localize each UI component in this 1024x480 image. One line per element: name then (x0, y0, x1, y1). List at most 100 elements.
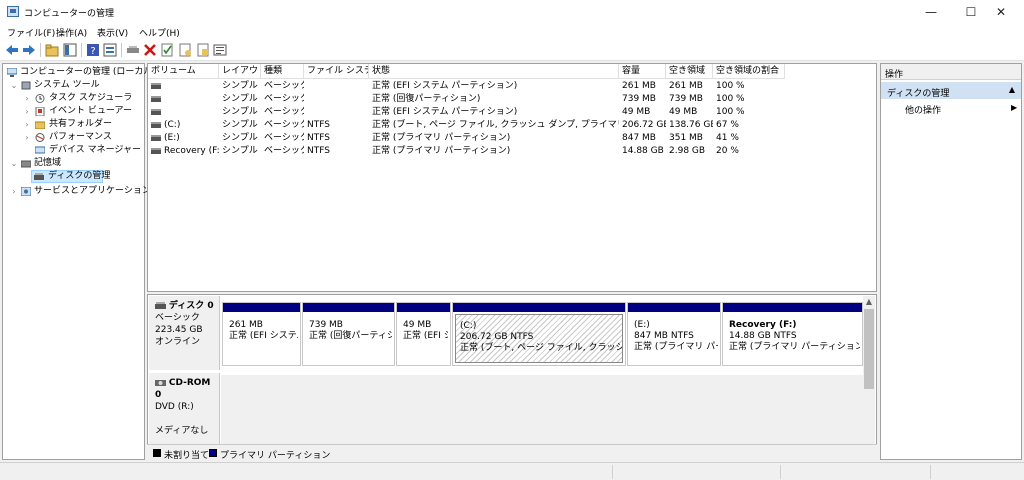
actions-title: 操作 (881, 64, 1021, 80)
volume-icon (151, 134, 161, 141)
forward-icon[interactable] (22, 43, 36, 57)
volume-icon (151, 147, 161, 154)
volume-filesystem (304, 106, 369, 119)
actions-section-disk-management[interactable]: ディスクの管理 ▲ (881, 82, 1021, 99)
disk0-size: 223.45 GB (155, 325, 203, 335)
chevron-right-icon[interactable]: › (23, 92, 31, 105)
partition-status: 正常 (EFI システム (229, 331, 298, 341)
tree-item-task-scheduler[interactable]: › タスク スケジューラ (5, 92, 143, 105)
disk0-label[interactable]: ディスク 0 ベーシック 223.45 GB オンライン (149, 296, 220, 370)
connect-icon[interactable] (126, 43, 140, 57)
tree-item-disk-management[interactable]: ディスクの管理 (31, 170, 110, 183)
chevron-right-icon[interactable]: › (23, 131, 31, 144)
volume-type: ベーシック (264, 120, 304, 130)
cdrom0-label[interactable]: CD-ROM 0 DVD (R:) メディアなし (149, 373, 220, 450)
tree-label: サービスとアプリケーション (34, 186, 151, 196)
volume-icon (151, 82, 161, 89)
partition-efi-1[interactable]: 261 MB 正常 (EFI システム (222, 302, 301, 366)
volume-layout: シンプル (222, 81, 258, 91)
partition-efi-2[interactable]: 49 MB 正常 (EFI シ (396, 302, 451, 366)
volume-layout: シンプル (222, 133, 258, 143)
volume-layout: シンプル (222, 107, 258, 117)
volume-status: 正常 (EFI システム パーティション) (372, 107, 518, 117)
menu-view[interactable]: 表示(V) (97, 26, 128, 39)
menu-help[interactable]: ヘルプ(H) (139, 26, 180, 39)
column-header-volume[interactable]: ボリューム (148, 64, 219, 79)
volume-percent-free: 100 % (716, 81, 745, 91)
back-icon[interactable] (5, 43, 19, 57)
volume-free-space: 351 MB (669, 133, 703, 143)
volume-type: ベーシック (264, 133, 304, 143)
column-header-free-space[interactable]: 空き領域 (666, 64, 713, 79)
chevron-down-icon[interactable]: ⌄ (10, 79, 18, 92)
partition-e[interactable]: (E:) 847 MB NTFS 正常 (プライマリ パーティ (627, 302, 721, 366)
show-tree-icon[interactable] (63, 43, 77, 57)
volume-percent-free: 100 % (716, 107, 745, 117)
chevron-right-icon[interactable]: › (23, 118, 31, 131)
menu-file[interactable]: ファイル(F) (7, 26, 55, 39)
tree-item-event-viewer[interactable]: › イベント ビューアー (5, 105, 143, 118)
table-row[interactable]: シンプルベーシック 正常 (回復パーティション) 739 MB 739 MB 100 % (148, 93, 785, 106)
partition-recovery-f[interactable]: Recovery (F:) 14.88 GB NTFS 正常 (プライマリ パー… (722, 302, 863, 366)
table-row[interactable]: シンプルベーシック 正常 (EFI システム パーティション) 49 MB 49 MB… (148, 106, 785, 119)
tree-item-device-manager[interactable]: デバイス マネージャー (5, 144, 143, 157)
column-header-type[interactable]: 種類 (261, 64, 304, 79)
tools-icon (21, 81, 31, 90)
status-bar (0, 462, 1024, 480)
partition-size: 49 MB (403, 320, 432, 330)
delete-icon[interactable] (143, 43, 157, 57)
actions-pane: 操作 ディスクの管理 ▲ 他の操作 ▶ (880, 63, 1022, 460)
more-actions[interactable]: 他の操作 (905, 103, 941, 116)
help-icon[interactable]: ? (86, 43, 100, 57)
tree-item-storage[interactable]: ⌄ 記憶域 (5, 157, 143, 170)
table-row[interactable]: シンプルベーシック 正常 (EFI システム パーティション) 261 MB 261 … (148, 80, 785, 93)
tree-item-system-tools[interactable]: ⌄ システム ツール (5, 79, 143, 92)
table-row[interactable]: (E:) シンプルベーシックNTFS 正常 (プライマリ パーティション) 847 M… (148, 132, 785, 145)
menu-action[interactable]: 操作(A) (56, 26, 87, 39)
up-folder-icon[interactable] (45, 43, 59, 57)
table-row[interactable]: (C:) シンプルベーシックNTFS 正常 (ブート, ページ ファイル, クラッシ… (148, 119, 785, 132)
column-header-capacity[interactable]: 容量 (619, 64, 666, 79)
table-row[interactable]: Recovery (F:)シンプルベーシックNTFS 正常 (プライマリ パーティ… (148, 145, 785, 158)
list-icon[interactable] (213, 43, 227, 57)
partition-c[interactable]: (C:) 206.72 GB NTFS 正常 (ブート, ページ ファイル, ク… (452, 302, 626, 366)
partition-size: 206.72 GB NTFS (460, 332, 534, 342)
open-icon[interactable] (196, 43, 210, 57)
collapse-up-icon[interactable]: ▲ (1009, 85, 1015, 94)
chevron-down-icon[interactable]: ⌄ (10, 157, 18, 170)
disk-view-scrollbar[interactable]: ▲ ⌄ (863, 296, 875, 458)
cdrom0-area[interactable] (221, 375, 863, 450)
volume-name-cell: (C:) (148, 119, 219, 132)
partition-name: Recovery (F:) (729, 320, 797, 330)
tree-item-services-apps[interactable]: › サービスとアプリケーション (5, 185, 151, 198)
volume-name: (C:) (164, 120, 181, 130)
tree-item-shared-folders[interactable]: › 共有フォルダー (5, 118, 143, 131)
column-header-filesystem[interactable]: ファイル システム (304, 64, 369, 79)
chevron-right-icon[interactable]: › (23, 105, 31, 118)
volume-free-space: 49 MB (669, 107, 698, 117)
new-icon[interactable] (178, 43, 192, 57)
scroll-up-icon[interactable]: ▲ (863, 296, 875, 308)
check-icon[interactable] (160, 43, 174, 57)
partition-recovery[interactable]: 739 MB 正常 (回復パーティショ (302, 302, 395, 366)
volume-capacity: 49 MB (622, 107, 651, 117)
more-actions-label: 他の操作 (905, 106, 942, 116)
submenu-arrow-icon[interactable]: ▶ (1011, 103, 1017, 112)
tree-item-performance[interactable]: › パフォーマンス (5, 131, 143, 144)
partition-status: 正常 (ブート, ページ ファイル, クラッシュ ダンプ, プ (460, 343, 622, 353)
close-button[interactable]: ✕ (978, 0, 1024, 24)
volume-layout: シンプル (222, 146, 258, 156)
partition-body: 739 MB 正常 (回復パーティショ (305, 314, 392, 363)
toolbar: ? (0, 40, 1024, 61)
column-header-layout[interactable]: レイアウト (219, 64, 261, 79)
tree-label: コンピューターの管理 (ローカル) (20, 67, 156, 77)
chevron-right-icon[interactable]: › (10, 185, 18, 198)
properties-icon[interactable] (103, 43, 117, 57)
tree-item-root[interactable]: コンピューターの管理 (ローカル) (5, 66, 156, 79)
column-header-percent-free[interactable]: 空き領域の割合 (713, 64, 785, 79)
volume-free-space: 739 MB (669, 94, 703, 104)
column-header-status[interactable]: 状態 (369, 64, 619, 79)
scrollbar-thumb[interactable] (864, 309, 874, 389)
partition-body: 49 MB 正常 (EFI シ (399, 314, 448, 363)
volume-name-cell (148, 93, 219, 106)
